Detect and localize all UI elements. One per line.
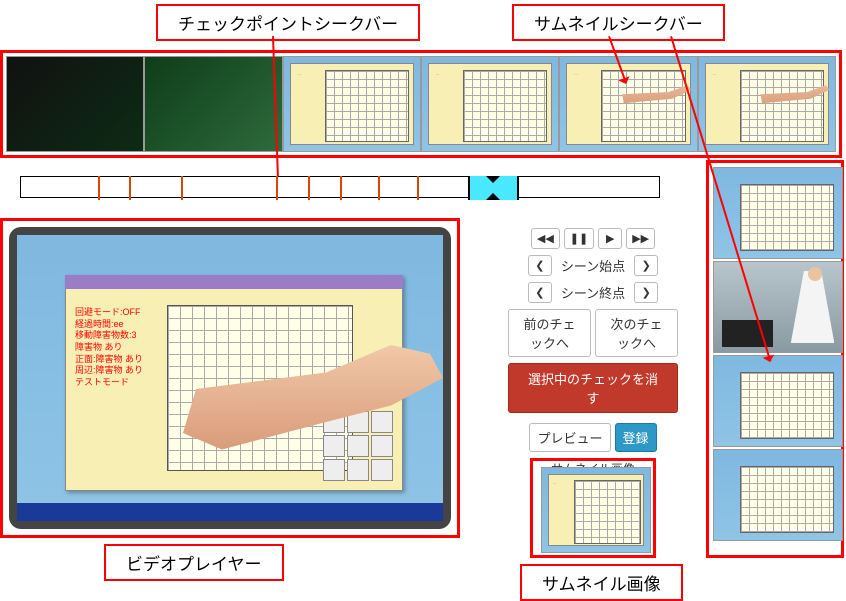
ffwd-icon: ▶▶	[632, 233, 649, 245]
rewind-button[interactable]: ◀◀	[531, 228, 560, 249]
overlay-text: 回避モード:OFF 経過時間:ee 移動障害物数:3 障害物 あり 正面:障害物…	[75, 307, 143, 389]
thumbnail-frame[interactable]: …	[698, 56, 836, 152]
label-video-player: ビデオプレイヤー	[104, 544, 284, 581]
pause-icon: ❚❚	[570, 233, 588, 245]
delete-check-button[interactable]: 選択中のチェックを消す	[508, 363, 678, 413]
rewind-icon: ◀◀	[537, 233, 554, 245]
chevron-right-icon: ❯	[642, 260, 651, 272]
label-thumbnail-seekbar: サムネイルシークバー	[512, 4, 725, 41]
label-thumbnail-image: サムネイル画像	[520, 564, 683, 601]
chevron-left-icon: ❮	[535, 260, 544, 272]
thumbnail-frame[interactable]	[713, 261, 843, 353]
thumbnail-frame[interactable]	[713, 167, 843, 259]
thumbnail-frame[interactable]	[144, 56, 282, 152]
thumbnail-image-region: …	[530, 458, 656, 558]
fast-forward-button[interactable]: ▶▶	[626, 228, 655, 249]
thumbnail-frame[interactable]: …	[559, 56, 697, 152]
selected-thumbnail[interactable]: …	[541, 467, 651, 553]
thumbnail-seekbar-region: … … … …	[0, 50, 842, 158]
register-button[interactable]: 登録	[615, 423, 657, 452]
scene-start-label: シーン始点	[555, 256, 631, 275]
preview-button[interactable]: プレビュー	[529, 423, 610, 452]
video-player[interactable]: 回避モード:OFF 経過時間:ee 移動障害物数:3 障害物 あり 正面:障害物…	[9, 227, 451, 529]
video-player-region: 回避モード:OFF 経過時間:ee 移動障害物数:3 障害物 あり 正面:障害物…	[0, 218, 460, 538]
thumbnail-frame[interactable]: …	[421, 56, 559, 152]
play-button[interactable]: ▶	[598, 228, 622, 249]
thumbnail-frame[interactable]	[713, 355, 843, 447]
thumbnail-frame[interactable]	[713, 449, 843, 541]
prev-check-button[interactable]: 前のチェックへ	[508, 309, 591, 357]
chevron-left-icon: ❮	[535, 287, 544, 299]
scene-end-prev-button[interactable]: ❮	[528, 282, 552, 303]
play-icon: ▶	[606, 233, 614, 245]
thumbnail-frame[interactable]: …	[283, 56, 421, 152]
scene-start-prev-button[interactable]: ❮	[528, 255, 552, 276]
chevron-right-icon: ❯	[642, 287, 651, 299]
checkpoint-current-marker[interactable]	[468, 176, 519, 200]
scene-start-next-button[interactable]: ❯	[634, 255, 658, 276]
scene-end-label: シーン終点	[555, 283, 631, 302]
pause-button[interactable]: ❚❚	[564, 228, 594, 249]
scene-end-next-button[interactable]: ❯	[634, 282, 658, 303]
label-checkpoint-seekbar: チェックポイントシークバー	[156, 4, 420, 41]
thumbnail-frame[interactable]	[6, 56, 144, 152]
next-check-button[interactable]: 次のチェックへ	[595, 309, 678, 357]
checkpoint-seekbar[interactable]	[20, 176, 660, 198]
